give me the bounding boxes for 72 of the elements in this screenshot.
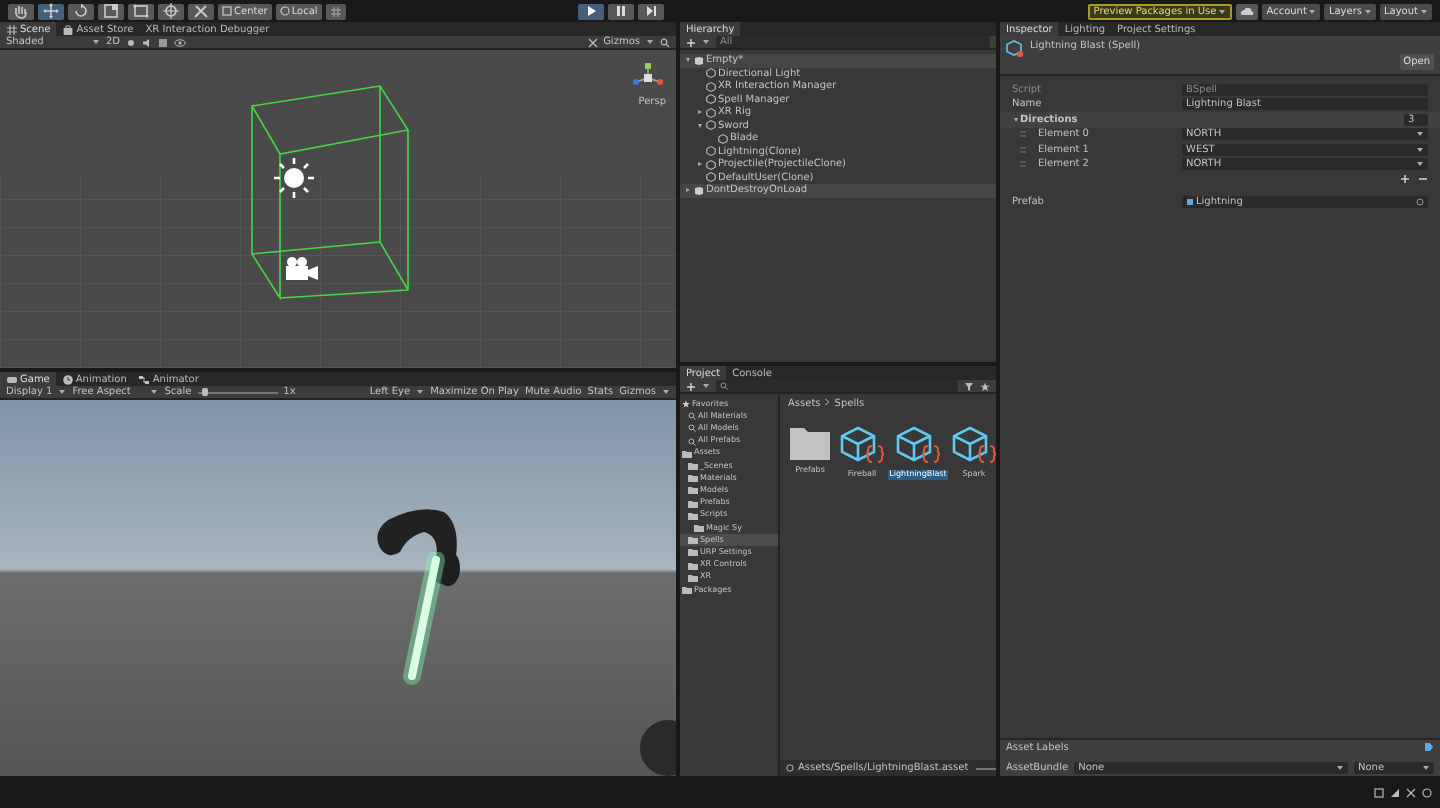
fold-arrow-icon[interactable] — [696, 160, 704, 169]
fold-arrow-icon[interactable] — [684, 186, 692, 195]
console-icon[interactable] — [1374, 787, 1384, 797]
progress-icon[interactable] — [1390, 787, 1400, 797]
search-icon — [688, 412, 696, 421]
cloud-button[interactable] — [1236, 3, 1259, 19]
scene-icon — [694, 185, 704, 196]
caret-icon — [1308, 7, 1317, 15]
fold-arrow-icon[interactable] — [696, 121, 704, 130]
scale-tool-button[interactable] — [98, 3, 124, 19]
crossed-tools-icon — [192, 2, 210, 20]
cache-icon[interactable] — [1422, 787, 1432, 797]
pause-icon — [611, 2, 630, 20]
target-icon — [1416, 198, 1424, 207]
pivot-icon — [222, 6, 232, 16]
bag-icon — [62, 23, 75, 35]
script-cube-icon — [1006, 40, 1024, 58]
caret-icon — [1420, 7, 1428, 15]
tag-icon[interactable] — [1424, 741, 1434, 751]
prefab-icon — [1186, 198, 1194, 207]
add-icon[interactable] — [1400, 174, 1410, 185]
script-cube-icon — [840, 426, 884, 466]
hand-tool-button[interactable] — [8, 3, 34, 19]
step-button[interactable] — [637, 3, 664, 19]
move-tool-icon — [42, 2, 60, 20]
grid-icon — [6, 23, 18, 35]
caret-icon — [1364, 7, 1372, 15]
asset-icon — [786, 764, 794, 772]
camera-icon — [280, 256, 320, 284]
script-cube-icon — [896, 426, 940, 466]
search-icon — [688, 424, 696, 433]
grid-snap-button[interactable] — [325, 3, 346, 19]
gamepad-icon — [6, 373, 18, 385]
folder-icon — [788, 426, 832, 462]
tools-icon[interactable] — [587, 37, 598, 47]
search-icon — [720, 382, 728, 390]
hand-tool-icon — [12, 2, 30, 20]
search-icon[interactable] — [660, 37, 670, 47]
visibility-icon[interactable] — [174, 37, 187, 47]
rect-tool-icon — [132, 2, 150, 20]
light-toggle-icon[interactable] — [126, 37, 137, 47]
scale-tool-icon — [102, 2, 120, 20]
add-icon[interactable] — [686, 381, 696, 391]
slider-thumb[interactable] — [201, 388, 207, 396]
script-cube-icon — [952, 426, 996, 466]
scene-icon — [694, 55, 704, 66]
transform-tool-icon — [162, 2, 180, 20]
search-field[interactable] — [716, 380, 958, 392]
star-icon[interactable] — [980, 381, 990, 391]
effects-toggle-icon[interactable] — [158, 37, 169, 47]
add-icon[interactable] — [686, 37, 696, 47]
search-icon — [688, 437, 696, 446]
fold-arrow-icon[interactable] — [696, 108, 704, 117]
sphere-drawing — [636, 716, 676, 776]
move-tool-button[interactable] — [38, 3, 64, 19]
caret-icon — [1218, 7, 1227, 15]
rotate-tool-icon — [72, 2, 90, 20]
chevron-icon — [824, 398, 831, 406]
crossed-tools-button[interactable] — [188, 3, 214, 19]
step-icon — [641, 2, 660, 20]
rect-tool-button[interactable] — [128, 3, 154, 19]
star-icon — [682, 400, 690, 409]
debug-icon[interactable] — [1406, 787, 1416, 797]
fold-arrow-icon[interactable] — [684, 56, 692, 65]
pause-button[interactable] — [607, 3, 634, 19]
remove-icon[interactable] — [1418, 174, 1428, 185]
transform-tool-button[interactable] — [158, 3, 184, 19]
rotate-tool-button[interactable] — [68, 3, 94, 19]
play-button[interactable] — [577, 3, 604, 19]
globe-icon — [279, 6, 290, 16]
sun-icon — [274, 158, 314, 198]
flowchart-icon — [138, 373, 151, 385]
